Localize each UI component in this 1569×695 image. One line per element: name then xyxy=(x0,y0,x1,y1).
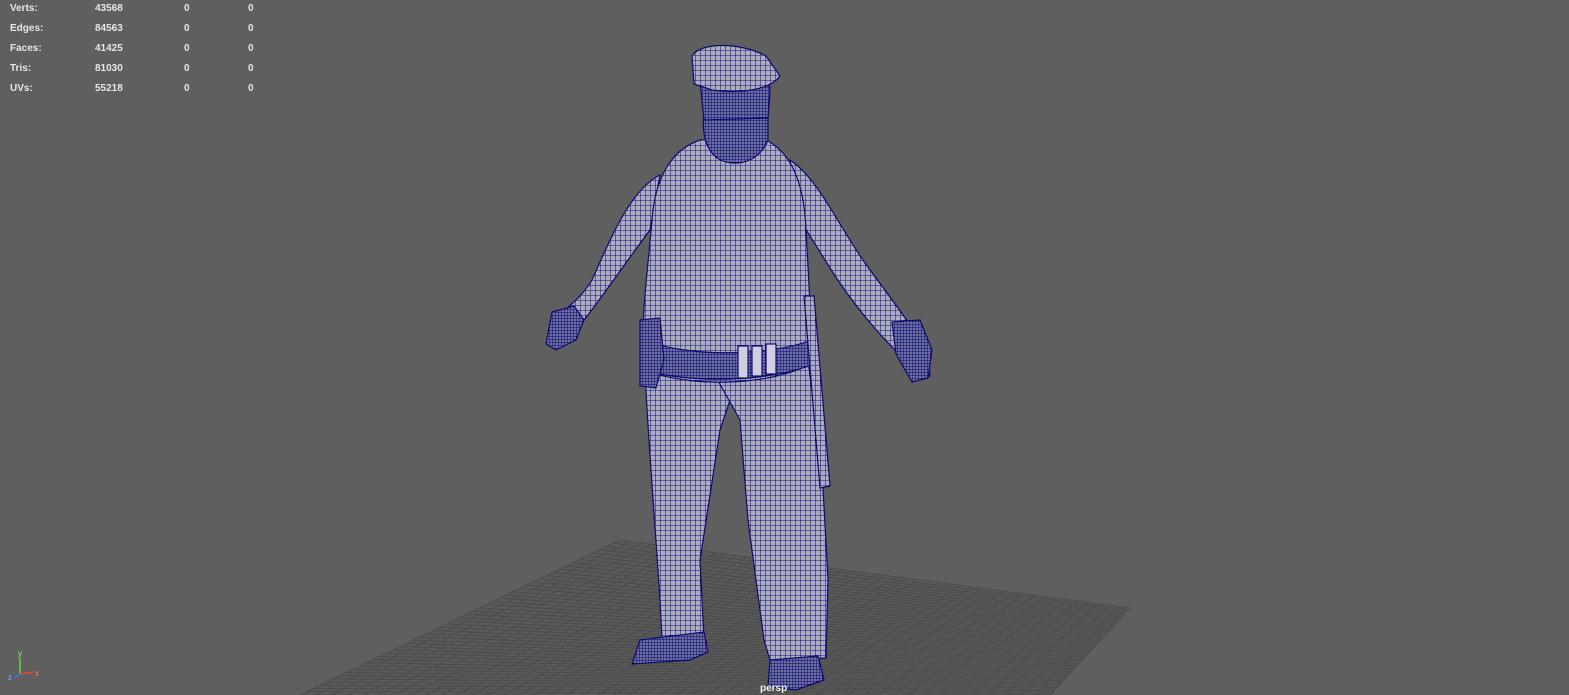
camera-name-label: persp xyxy=(760,683,788,694)
axis-gizmo-icon: y x z xyxy=(8,649,39,682)
hud-total: 81030 xyxy=(95,63,123,74)
hud-row-faces: Faces: 41425 0 0 xyxy=(10,42,270,62)
hud-label: Faces: xyxy=(10,43,42,54)
hud-label: Edges: xyxy=(10,23,44,34)
left-hand xyxy=(545,305,585,351)
hud-component: 0 xyxy=(248,23,254,34)
hud-selected: 0 xyxy=(184,3,190,14)
belt-pouch xyxy=(737,345,749,379)
y-axis-label: y xyxy=(18,649,22,658)
hud-component: 0 xyxy=(248,43,254,54)
z-axis-line xyxy=(13,673,21,679)
hud-total: 55218 xyxy=(95,83,123,94)
hud-total: 41425 xyxy=(95,43,123,54)
hud-row-edges: Edges: 84563 0 0 xyxy=(10,22,270,42)
hud-row-tris: Tris: 81030 0 0 xyxy=(10,62,270,82)
belt-pouch xyxy=(751,345,763,377)
hud-selected: 0 xyxy=(184,63,190,74)
x-axis-label: x xyxy=(35,669,39,678)
torso xyxy=(642,137,812,383)
hud-total: 43568 xyxy=(95,3,123,14)
hud-total: 84563 xyxy=(95,23,123,34)
viewport-persp[interactable]: Verts: 43568 0 0 Edges: 84563 0 0 Faces:… xyxy=(0,0,1569,695)
hud-row-verts: Verts: 43568 0 0 xyxy=(10,2,270,22)
belt-pouch xyxy=(765,343,777,375)
hud-label: UVs: xyxy=(10,83,33,94)
police-cap xyxy=(691,44,781,93)
hud-label: Verts: xyxy=(10,3,38,14)
x-axis-line xyxy=(19,671,35,675)
z-axis-label: z xyxy=(8,673,12,682)
hud-row-uvs: UVs: 55218 0 0 xyxy=(10,82,270,102)
poly-count-hud: Verts: 43568 0 0 Edges: 84563 0 0 Faces:… xyxy=(10,2,270,102)
right-hand xyxy=(891,319,933,383)
hud-component: 0 xyxy=(248,83,254,94)
hud-selected: 0 xyxy=(184,43,190,54)
ground-grid xyxy=(299,539,1131,695)
scene-canvas[interactable] xyxy=(0,0,1569,695)
hud-component: 0 xyxy=(248,63,254,74)
hud-selected: 0 xyxy=(184,83,190,94)
hud-selected: 0 xyxy=(184,23,190,34)
hud-component: 0 xyxy=(248,3,254,14)
hud-label: Tris: xyxy=(10,63,32,74)
